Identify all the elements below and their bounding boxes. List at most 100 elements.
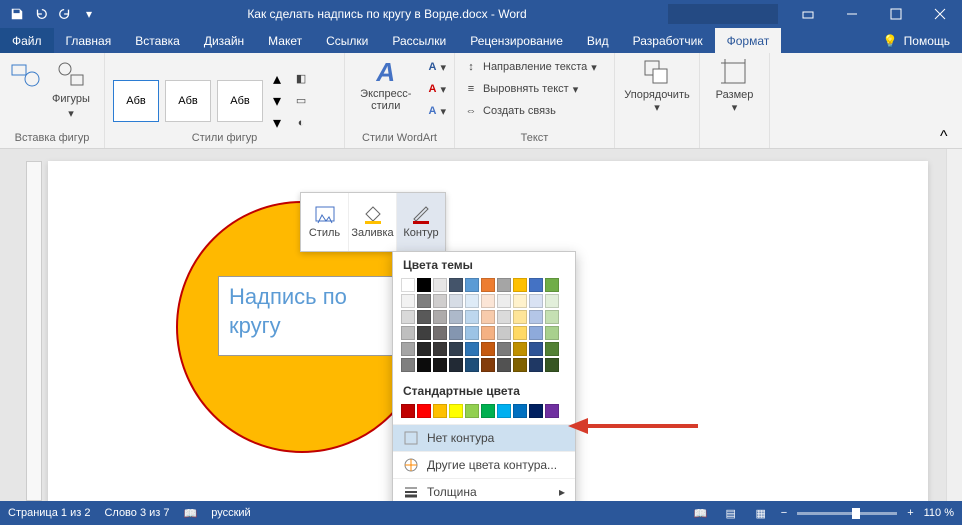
- color-swatch[interactable]: [513, 326, 527, 340]
- text-outline-button[interactable]: A▾: [429, 79, 446, 99]
- color-swatch[interactable]: [449, 310, 463, 324]
- color-swatch[interactable]: [417, 326, 431, 340]
- color-swatch[interactable]: [481, 326, 495, 340]
- text-direction-button[interactable]: ↕Направление текста ▾: [463, 57, 606, 77]
- zoom-in-icon[interactable]: +: [907, 507, 913, 519]
- word-count[interactable]: Слово 3 из 7: [104, 507, 169, 519]
- color-swatch[interactable]: [529, 278, 543, 292]
- user-account[interactable]: [668, 4, 778, 24]
- minimize-icon[interactable]: [830, 0, 874, 28]
- zoom-out-icon[interactable]: −: [781, 507, 787, 519]
- style-scroll-down-icon[interactable]: ▾: [273, 91, 281, 111]
- color-swatch[interactable]: [481, 310, 495, 324]
- zoom-level[interactable]: 110 %: [924, 507, 954, 519]
- shape-effects-button[interactable]: ◐: [293, 113, 309, 133]
- create-link-button[interactable]: ⇔Создать связь: [463, 101, 606, 121]
- color-swatch[interactable]: [401, 326, 415, 340]
- color-swatch[interactable]: [433, 310, 447, 324]
- text-fill-button[interactable]: A▾: [429, 57, 446, 77]
- save-icon[interactable]: [6, 3, 28, 25]
- color-swatch[interactable]: [513, 358, 527, 372]
- color-swatch[interactable]: [417, 358, 431, 372]
- color-swatch[interactable]: [513, 404, 527, 418]
- color-swatch[interactable]: [449, 342, 463, 356]
- zoom-slider[interactable]: [797, 512, 897, 515]
- color-swatch[interactable]: [497, 326, 511, 340]
- spellcheck-icon[interactable]: 📖: [184, 507, 198, 520]
- read-mode-icon[interactable]: 📖: [691, 505, 711, 521]
- tab-file[interactable]: Файл: [0, 28, 54, 53]
- shape-style-3[interactable]: Абв: [217, 80, 263, 122]
- mini-fill-button[interactable]: Заливка: [349, 193, 397, 251]
- color-swatch[interactable]: [433, 404, 447, 418]
- shapes-gallery[interactable]: [8, 57, 44, 93]
- text-box[interactable]: Надпись по кругу: [218, 276, 398, 356]
- color-swatch[interactable]: [513, 278, 527, 292]
- size-button[interactable]: Размер▾: [708, 57, 761, 114]
- color-swatch[interactable]: [465, 358, 479, 372]
- color-swatch[interactable]: [449, 278, 463, 292]
- color-swatch[interactable]: [497, 404, 511, 418]
- color-swatch[interactable]: [417, 294, 431, 308]
- color-swatch[interactable]: [465, 278, 479, 292]
- style-scroll-up-icon[interactable]: ▴: [273, 69, 281, 89]
- color-swatch[interactable]: [529, 294, 543, 308]
- shape-style-2[interactable]: Абв: [165, 80, 211, 122]
- collapse-ribbon-icon[interactable]: ^: [940, 128, 956, 144]
- tab-home[interactable]: Главная: [54, 28, 124, 53]
- mini-outline-button[interactable]: Контур: [397, 193, 445, 251]
- color-swatch[interactable]: [433, 342, 447, 356]
- color-swatch[interactable]: [465, 342, 479, 356]
- color-swatch[interactable]: [545, 278, 559, 292]
- more-colors-item[interactable]: Другие цвета контура...: [393, 451, 575, 478]
- tab-mailings[interactable]: Рассылки: [380, 28, 458, 53]
- color-swatch[interactable]: [529, 358, 543, 372]
- color-swatch[interactable]: [417, 342, 431, 356]
- color-swatch[interactable]: [465, 404, 479, 418]
- color-swatch[interactable]: [449, 326, 463, 340]
- color-swatch[interactable]: [433, 358, 447, 372]
- color-swatch[interactable]: [529, 310, 543, 324]
- color-swatch[interactable]: [545, 310, 559, 324]
- color-swatch[interactable]: [465, 326, 479, 340]
- color-swatch[interactable]: [481, 278, 495, 292]
- color-swatch[interactable]: [401, 342, 415, 356]
- undo-icon[interactable]: [30, 3, 52, 25]
- ribbon-display-icon[interactable]: [786, 0, 830, 28]
- mini-style-button[interactable]: Стиль: [301, 193, 349, 251]
- color-swatch[interactable]: [545, 404, 559, 418]
- color-swatch[interactable]: [401, 358, 415, 372]
- wordart-gallery[interactable]: A Экспресс-стили: [353, 57, 419, 112]
- color-swatch[interactable]: [545, 358, 559, 372]
- color-swatch[interactable]: [449, 294, 463, 308]
- color-swatch[interactable]: [465, 294, 479, 308]
- color-swatch[interactable]: [529, 342, 543, 356]
- color-swatch[interactable]: [433, 294, 447, 308]
- arrange-button[interactable]: Упорядочить▾: [623, 57, 691, 114]
- maximize-icon[interactable]: [874, 0, 918, 28]
- web-layout-icon[interactable]: ▦: [751, 505, 771, 521]
- color-swatch[interactable]: [545, 294, 559, 308]
- color-swatch[interactable]: [401, 294, 415, 308]
- tab-insert[interactable]: Вставка: [123, 28, 192, 53]
- weight-item[interactable]: Толщина ▸: [393, 478, 575, 501]
- no-outline-item[interactable]: Нет контура: [393, 424, 575, 451]
- color-swatch[interactable]: [417, 310, 431, 324]
- color-swatch[interactable]: [497, 358, 511, 372]
- color-swatch[interactable]: [449, 404, 463, 418]
- color-swatch[interactable]: [433, 326, 447, 340]
- close-icon[interactable]: [918, 0, 962, 28]
- shape-style-1[interactable]: Абв: [113, 80, 159, 122]
- color-swatch[interactable]: [497, 310, 511, 324]
- color-swatch[interactable]: [545, 342, 559, 356]
- color-swatch[interactable]: [481, 358, 495, 372]
- color-swatch[interactable]: [465, 310, 479, 324]
- tab-format[interactable]: Формат: [715, 28, 782, 53]
- color-swatch[interactable]: [401, 278, 415, 292]
- page-indicator[interactable]: Страница 1 из 2: [8, 507, 90, 519]
- color-swatch[interactable]: [529, 326, 543, 340]
- help-section[interactable]: 💡 Помощь: [871, 28, 962, 53]
- redo-icon[interactable]: [54, 3, 76, 25]
- vertical-scrollbar[interactable]: [946, 149, 962, 501]
- tab-design[interactable]: Дизайн: [192, 28, 256, 53]
